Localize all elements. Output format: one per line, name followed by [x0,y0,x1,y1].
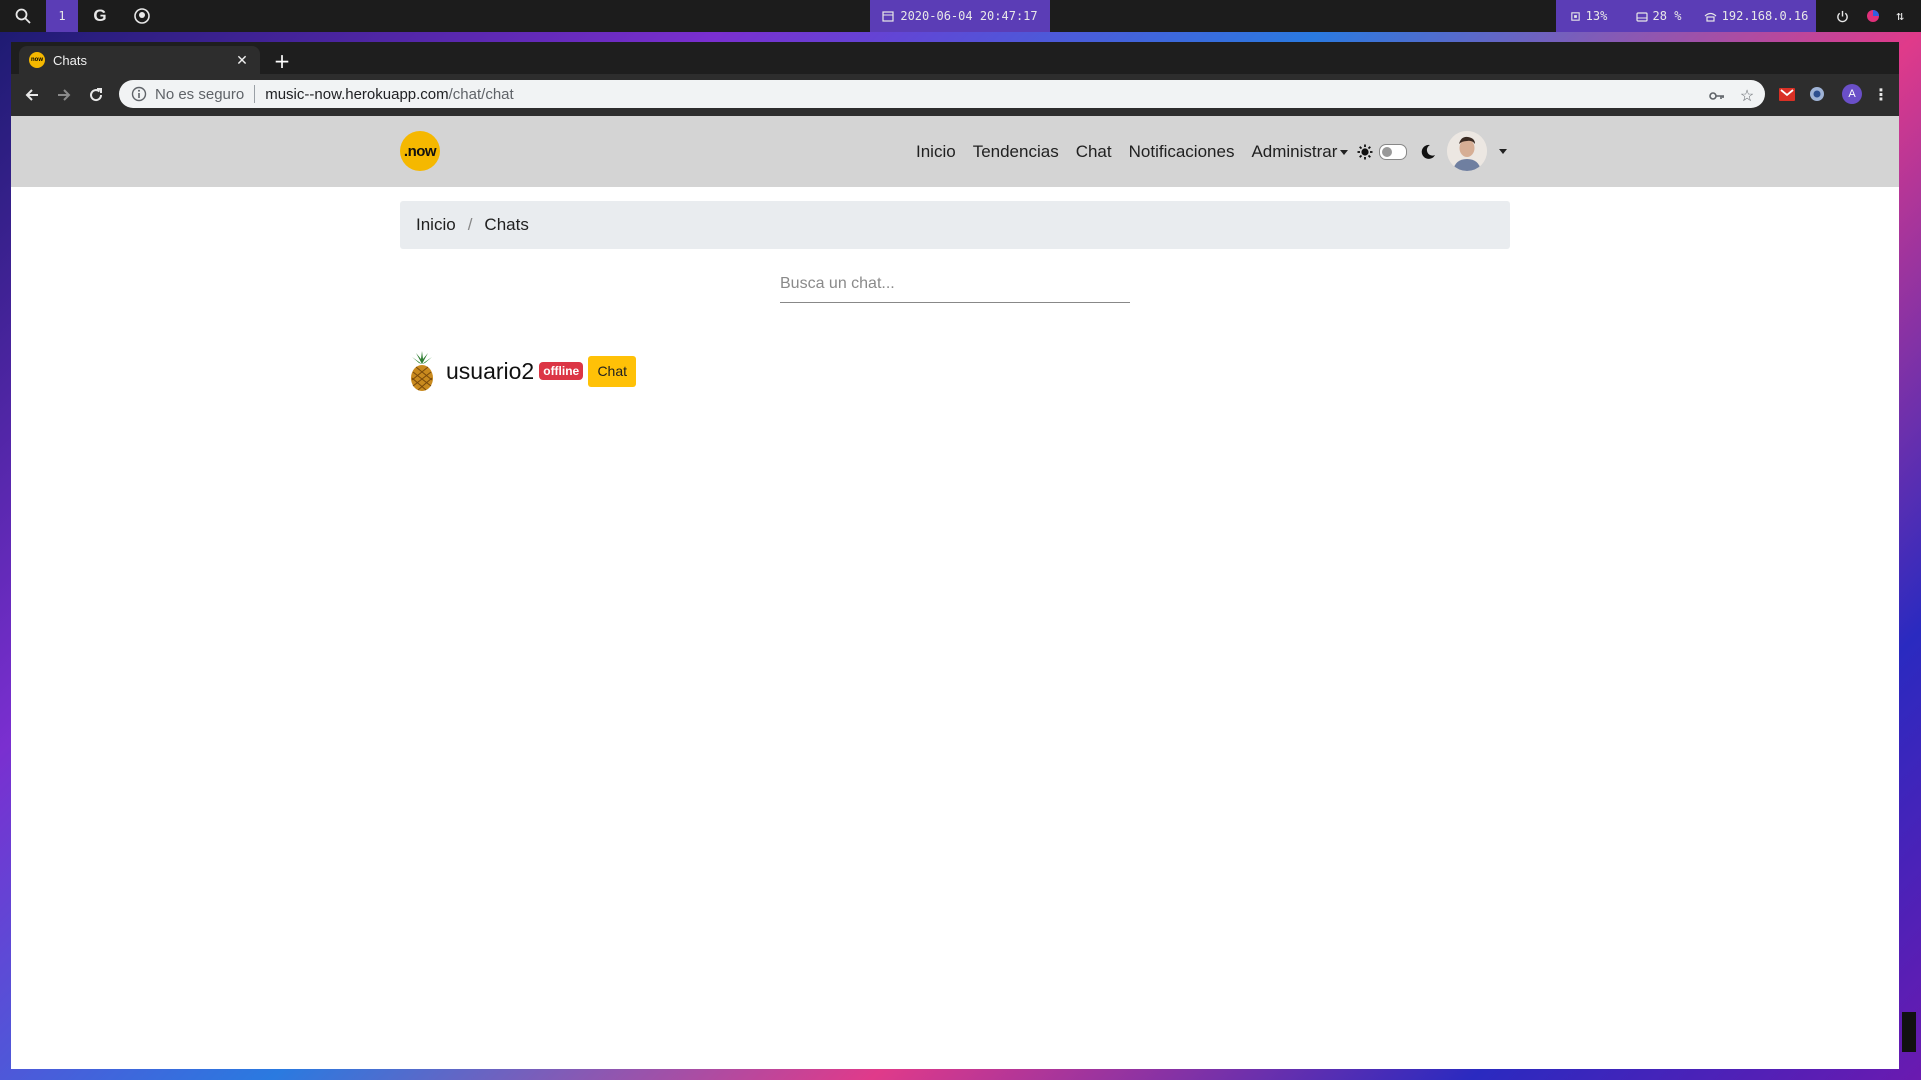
breadcrumb-inicio[interactable]: Inicio [416,215,456,235]
extension-icon[interactable] [1807,84,1827,104]
security-label: No es seguro [155,85,245,103]
key-icon[interactable] [1707,86,1727,106]
calendar-icon [882,11,894,22]
avatar-chevron-down-icon[interactable] [1499,149,1507,154]
chat-list-item: usuario2 offline Chat [404,350,637,392]
url-path: /chat/chat [448,85,514,103]
network-indicator: 192.168.0.16 [1696,0,1816,32]
breadcrumb-separator: / [467,215,473,234]
browser-toolbar: No es seguro music--now.herokuapp.com/ch… [11,74,1899,116]
google-icon[interactable]: G [88,0,112,32]
disk-indicator: 28 % [1621,0,1696,32]
pineapple-avatar-icon [411,351,433,391]
github-icon[interactable] [130,0,154,32]
logo-text: .now [403,142,437,160]
url-host: music--now.herokuapp.com [265,85,449,103]
toggle-knob [1382,147,1392,157]
theme-toggle[interactable] [1379,144,1407,160]
reload-icon[interactable] [84,83,108,107]
tab-chats[interactable]: now Chats ✕ [19,46,260,74]
cpu-value: 13% [1585,9,1608,23]
menu-kebab-icon[interactable]: ⋮ [1871,84,1891,104]
gmail-icon[interactable] [1777,84,1797,104]
breadcrumb-chats: Chats [484,215,529,234]
chat-username: usuario2 [446,357,535,384]
nav-dropdown-administrar[interactable]: Administrar [1251,141,1349,162]
profile-avatar[interactable]: A [1842,84,1862,104]
new-tab-button[interactable]: + [270,49,294,73]
workspace-number: 1 [58,9,66,23]
nav-dropdown-label: Administrar [1251,141,1338,161]
site-navbar: .now Inicio Tendencias Chat Notificacion… [11,116,1899,187]
nav-links: Inicio Tendencias Chat Notificaciones Ad… [916,116,1349,187]
status-badge: offline [539,362,584,380]
favicon-icon: now [29,52,45,68]
moon-icon [1419,140,1437,164]
address-separator [254,85,256,103]
os-top-bar: 1 G 2020-06-04 20:47:17 13% 28 % 192.168… [0,0,1921,32]
datetime-text: 2020-06-04 20:47:17 [900,9,1038,23]
cpu-icon [1570,11,1580,21]
sun-icon [1356,140,1374,164]
scrollbar[interactable] [1899,116,1921,1069]
nav-link-chat[interactable]: Chat [1076,142,1112,162]
chat-search-input[interactable] [780,266,1130,303]
scrollbar-thumb[interactable] [1902,1012,1916,1052]
web-page: .now Inicio Tendencias Chat Notificacion… [11,116,1899,1069]
clock: 2020-06-04 20:47:17 [870,0,1050,32]
nav-link-inicio[interactable]: Inicio [916,142,956,162]
network-icon [1704,12,1717,22]
chevron-down-icon [1340,149,1349,155]
browser-chrome: now Chats ✕ + No es seguro music--now.he… [11,42,1899,116]
profile-initial: A [1842,84,1862,104]
transfer-icon[interactable]: ⇅ [1886,0,1914,32]
cpu-indicator: 13% [1556,0,1621,32]
back-arrow-icon[interactable] [20,83,44,107]
star-icon[interactable]: ☆ [1737,86,1757,106]
color-picker-icon[interactable] [1860,0,1886,32]
disk-value: 28 % [1652,9,1682,23]
disk-icon [1635,11,1648,22]
user-avatar[interactable] [1447,131,1487,171]
power-icon[interactable] [1826,0,1858,32]
breadcrumb: Inicio / Chats [400,201,1510,249]
forward-arrow-icon[interactable] [52,83,76,107]
url-text: music--now.herokuapp.com/chat/chat [265,86,513,103]
ip-address: 192.168.0.16 [1721,9,1809,23]
open-chat-button[interactable]: Chat [588,355,637,387]
tab-title: Chats [53,52,87,68]
address-bar[interactable]: No es seguro music--now.herokuapp.com/ch… [119,80,1765,108]
site-logo[interactable]: .now [400,131,440,171]
info-icon[interactable] [131,86,147,102]
close-tab-icon[interactable]: ✕ [234,52,250,68]
workspace-indicator[interactable]: 1 [46,0,78,32]
search-icon[interactable] [10,0,36,32]
nav-link-tendencias[interactable]: Tendencias [973,142,1059,162]
nav-link-notificaciones[interactable]: Notificaciones [1129,142,1235,162]
